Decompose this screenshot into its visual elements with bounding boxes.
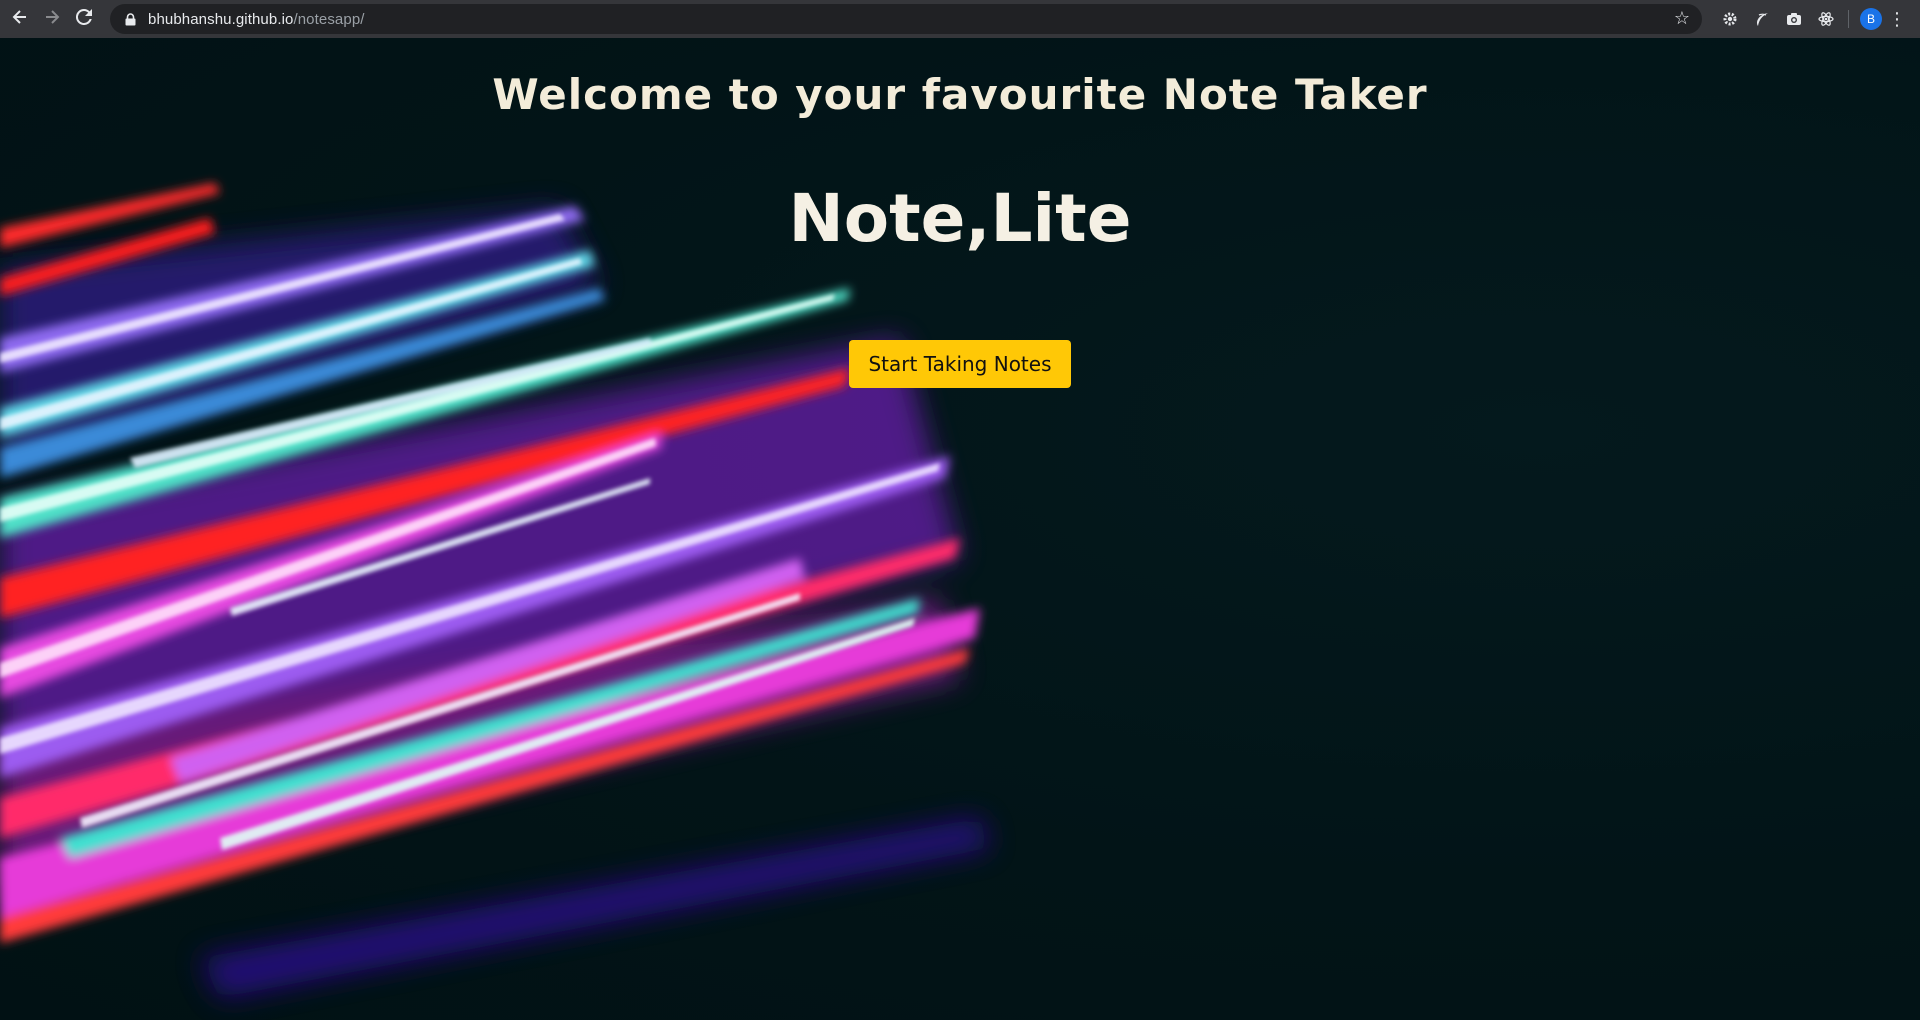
toolbar-separator bbox=[1848, 10, 1849, 28]
profile-avatar[interactable]: B bbox=[1860, 8, 1882, 30]
star-icon[interactable]: ☆ bbox=[1674, 8, 1690, 30]
reload-icon bbox=[75, 8, 92, 30]
forward-button[interactable] bbox=[36, 3, 68, 35]
arrow-right-icon bbox=[44, 9, 60, 30]
start-taking-notes-button[interactable]: Start Taking Notes bbox=[849, 340, 1071, 388]
brand-title: Note,Lite bbox=[788, 180, 1132, 257]
url-text: bhubhanshu.github.io/notesapp/ bbox=[148, 11, 365, 28]
arrow-left-icon bbox=[12, 9, 28, 30]
kebab-menu-icon[interactable]: ⋮ bbox=[1887, 9, 1907, 30]
lock-icon bbox=[122, 11, 138, 27]
react-extension-icon[interactable] bbox=[1810, 3, 1842, 35]
address-bar[interactable]: bhubhanshu.github.io/notesapp/ ☆ bbox=[110, 4, 1702, 34]
welcome-heading: Welcome to your favourite Note Taker bbox=[492, 70, 1428, 119]
url-path: /notesapp/ bbox=[293, 10, 365, 28]
extensions-area: B ⋮ bbox=[1714, 3, 1907, 35]
leaf-extension-icon[interactable] bbox=[1746, 3, 1778, 35]
browser-toolbar: bhubhanshu.github.io/notesapp/ ☆ B ⋮ bbox=[0, 0, 1920, 38]
gear-extension-icon[interactable] bbox=[1714, 3, 1746, 35]
page-viewport: Welcome to your favourite Note Taker Not… bbox=[0, 38, 1920, 1020]
back-button[interactable] bbox=[4, 3, 36, 35]
url-host: bhubhanshu.github.io bbox=[148, 10, 294, 28]
reload-button[interactable] bbox=[68, 3, 100, 35]
camera-extension-icon[interactable] bbox=[1778, 3, 1810, 35]
